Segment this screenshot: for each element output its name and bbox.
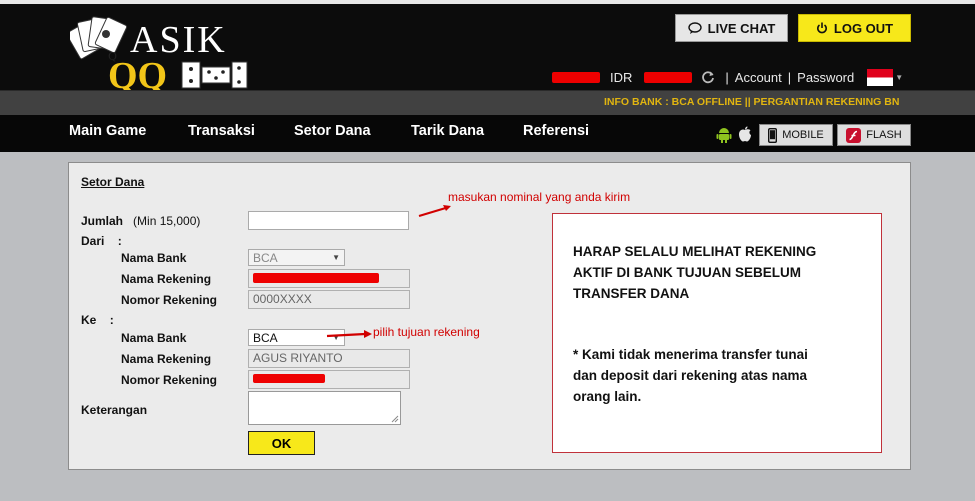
to-nama-rekening-label: Nama Rekening [121,352,212,366]
notice-line: * Kami tidak menerima transfer tunai [573,347,808,362]
notice-box: HARAP SELALU MELIHAT REKENING AKTIF DI B… [552,213,882,453]
notice-line: AKTIF DI BANK TUJUAN SEBELUM [573,265,801,280]
notice-line: dan deposit dari rekening atas nama [573,368,808,383]
chat-bubble-icon [687,22,702,34]
keterangan-textarea[interactable] [248,391,401,425]
annotation-arrow-tujuan [326,330,372,338]
notice-line: orang lain. [573,389,642,404]
nav-main-game[interactable]: Main Game [69,123,146,139]
to-account-name-field: AGUS RIYANTO [248,349,410,368]
form-title: Setor Dana [81,175,145,189]
nav-referensi[interactable]: Referensi [523,123,589,139]
annotation-tujuan: pilih tujuan rekening [373,325,480,339]
redacted-account-name [253,273,379,283]
jumlah-min-note: (Min 15,000) [133,214,201,228]
jumlah-label: Jumlah (Min 15,000) [81,214,201,228]
logout-label: LOG OUT [833,20,894,36]
password-link[interactable]: Password [797,70,854,85]
mobile-button[interactable]: MOBILE [759,124,833,146]
account-link[interactable]: Account [735,70,782,85]
flash-label: FLASH [866,129,902,141]
live-chat-label: LIVE CHAT [707,20,776,36]
nav-setor-dana[interactable]: Setor Dana [294,123,371,139]
top-header: Q ASIK QQ LIVE CHAT LOG OUT IDR | Accoun… [0,0,975,92]
dari-label: Dari : [81,234,122,248]
smartphone-icon [768,127,778,143]
from-account-number-field: 0000XXXX [248,290,410,309]
from-bank-value: BCA [253,250,278,265]
notice-line: TRANSFER DANA [573,286,690,301]
main-nav: Main Game Transaksi Setor Dana Tarik Dan… [0,115,975,152]
currency-label: IDR [610,69,633,85]
nav-transaksi[interactable]: Transaksi [188,123,255,139]
info-ticker: INFO BANK : BCA OFFLINE || PERGANTIAN RE… [0,90,975,115]
resize-handle-icon[interactable] [391,415,399,423]
android-icon[interactable] [716,126,732,143]
domino-icon [181,61,248,89]
to-nomor-rekening-label: Nomor Rekening [121,373,218,387]
flash-button[interactable]: FLASH [837,124,911,146]
annotation-arrow-nominal [418,205,451,218]
asikqq-logo[interactable]: Q ASIK QQ [70,12,250,92]
to-nama-bank-label: Nama Bank [121,331,187,345]
redacted-username [552,71,600,83]
from-nomor-rekening-label: Nomor Rekening [121,293,218,307]
refresh-icon[interactable] [701,70,715,84]
ke-label: Ke : [81,313,114,327]
separator: | [725,69,729,85]
power-icon [816,22,827,34]
indonesia-flag-icon [867,68,894,86]
annotation-nominal: masukan nominal yang anda kirim [448,190,631,204]
keterangan-label: Keterangan [81,403,148,417]
ok-button[interactable]: OK [248,431,315,455]
flash-player-icon [846,127,862,143]
setor-dana-panel: Setor Dana Jumlah (Min 15,000) masukan n… [68,162,911,470]
chevron-down-icon: ▼ [895,72,904,82]
jumlah-input[interactable] [248,211,409,230]
apple-icon[interactable] [738,126,752,142]
from-nama-rekening-label: Nama Rekening [121,272,212,286]
from-nama-bank-label: Nama Bank [121,251,187,265]
notice-line: HARAP SELALU MELIHAT REKENING [573,244,817,259]
from-bank-select[interactable]: BCA ▼ [248,249,345,266]
logout-button[interactable]: LOG OUT [798,14,911,42]
separator: | [787,69,792,85]
redacted-account-number [253,374,325,383]
ticker-text: INFO BANK : BCA OFFLINE || PERGANTIAN RE… [604,96,900,108]
chevron-down-icon: ▼ [332,253,340,262]
logo-text-qq: QQ [108,55,167,92]
live-chat-button[interactable]: LIVE CHAT [675,14,788,42]
to-bank-value: BCA [253,330,278,345]
account-info-row: IDR | Account | Password ▼ [552,68,903,86]
mobile-label: MOBILE [782,129,824,141]
language-selector[interactable]: ▼ [867,68,904,86]
redacted-balance [644,71,693,83]
to-account-number-field [248,370,410,389]
nav-tarik-dana[interactable]: Tarik Dana [411,123,484,139]
from-account-name-field [248,269,410,288]
